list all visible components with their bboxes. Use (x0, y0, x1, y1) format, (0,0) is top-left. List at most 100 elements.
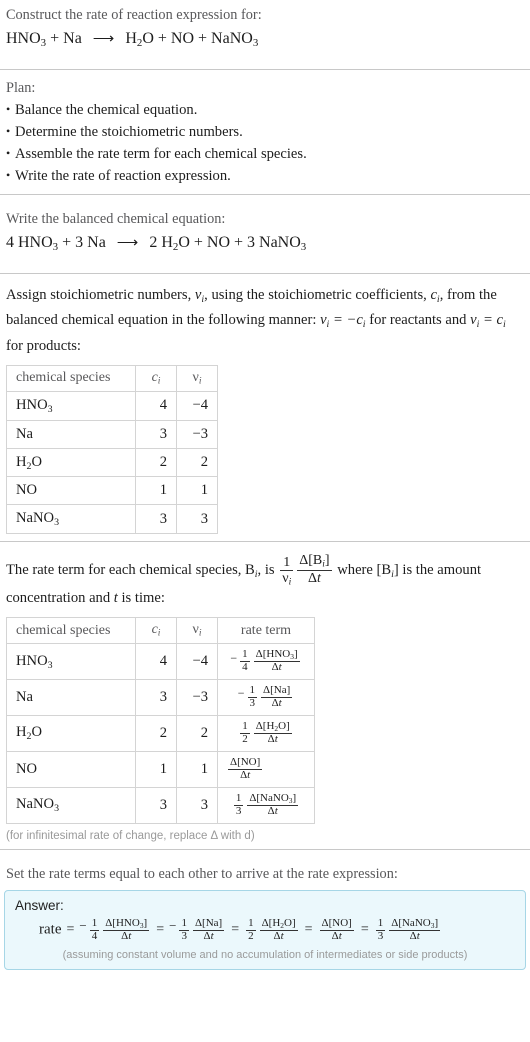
col-c: ci (135, 365, 177, 392)
rate-term-table: chemical species ci νi rate term HNO3 4 −4… (6, 617, 315, 824)
rule-reactants: νi = −ci (320, 312, 366, 331)
coefficient-fraction: 12 (246, 916, 256, 942)
problem-page: Construct the rate of reaction expressio… (0, 0, 530, 970)
cell-stoich-number: −4 (176, 643, 218, 681)
cell-species: H2O (6, 447, 136, 478)
equals-sign: = (304, 922, 313, 938)
plan-item-label: Determine the stoichiometric numbers. (15, 124, 243, 141)
cell-rate-term: Δ[NO] Δt (217, 750, 315, 788)
equation-lhs: HNO3 + Na (6, 30, 82, 50)
stoich-text-4: for reactants and (365, 312, 471, 329)
delta-fraction: Δ[Na] Δt (261, 684, 293, 709)
delta-fraction: Δ[H2O] Δt (259, 916, 298, 942)
answer-label: Answer: (15, 897, 64, 913)
rate-text-3: where (333, 562, 377, 579)
answer-expression: rate = −1 4 Δ[HNO3] Δt = −1 3 Δ[Na] Δt = 1 2 Δ[H2O] Δt =… (15, 915, 515, 943)
delta-fraction: Δ[HNO3] Δt (103, 916, 150, 942)
plan-item-label: Assemble the rate term for each chemical… (15, 146, 307, 163)
cell-stoich-number: 3 (176, 786, 218, 824)
delta-fraction: Δ[NaNO3] Δt (247, 791, 299, 817)
table-header-row: chemical species ci νi (6, 365, 218, 392)
plan-item: • Balance the chemical equation. (0, 99, 530, 121)
rate-text-1: The rate term for each chemical species, (6, 562, 246, 579)
cell-species: NO (6, 476, 136, 506)
b-symbol: Bi (245, 562, 258, 581)
cell-species: NO (6, 750, 136, 788)
stoich-text-2: , using the stoichiometric coefficients, (204, 287, 431, 304)
equals-sign: = (360, 922, 369, 938)
table-header-row: chemical species ci νi rate term (6, 617, 315, 645)
cell-rate-term: 1 3 Δ[NaNO3] Δt (217, 786, 315, 824)
cell-coefficient: 1 (135, 750, 177, 788)
species: NO (170, 30, 195, 47)
cell-stoich-number: −3 (176, 679, 218, 716)
reaction-arrow-icon: ⟶ (116, 235, 139, 252)
reaction-arrow-icon: ⟶ (92, 31, 115, 47)
coefficient-fraction: 14 (89, 916, 100, 942)
species: NaNO3 (211, 30, 259, 50)
inline-delta-fraction: Δ[Bi] Δt (297, 553, 332, 586)
rate-label: rate (39, 921, 62, 938)
plan-item: • Assemble the rate term for each chemica… (0, 143, 530, 165)
rate-text-5: is time: (117, 589, 165, 606)
page-title: Construct the rate of reaction expressio… (6, 7, 262, 23)
coefficient-fraction: 12 (240, 720, 250, 746)
table-row: Na 3 −3−1 3 Δ[Na] Δt (6, 679, 315, 716)
stoichiometry-table: chemical species ci νi HNO3 4 −4 Na 3 −3 H2O 2 2… (6, 365, 218, 535)
rate-term-description: The rate term for each chemical species,… (0, 551, 530, 613)
delta-fraction: Δ[NO] Δt (228, 755, 263, 781)
sign: − (79, 918, 87, 934)
cell-rate-term: −1 4 Δ[HNO3] Δt (217, 643, 315, 681)
delta-fraction: Δ[H2O] Δt (253, 719, 292, 746)
divider (0, 848, 530, 850)
cell-coefficient: 3 (135, 419, 177, 449)
balanced-equation-prompt: Write the balanced chemical equation: (6, 211, 226, 228)
delta-fraction: Δ[HNO3] Δt (253, 648, 300, 674)
cell-stoich-number: 2 (176, 447, 218, 478)
divider (0, 194, 530, 196)
coefficient-fraction: 13 (179, 916, 189, 942)
cell-coefficient: 3 (135, 504, 177, 535)
infinitesimal-note: (for infinitesimal rate of change, repla… (6, 829, 255, 842)
col-chemical-species: chemical species (6, 617, 136, 645)
bullet-icon: • (6, 102, 11, 117)
col-chemical-species: chemical species (6, 365, 136, 392)
table-row: H2O 2 2 1 2 Δ[H2O] Δt (6, 714, 315, 752)
equation-rhs: H2O + NO + NaNO3 (125, 30, 259, 50)
divider (0, 541, 530, 543)
cell-species: H2O (6, 714, 136, 752)
equals-sign: = (156, 922, 165, 938)
table-row: H2O 2 2 (6, 447, 218, 478)
sign: − (169, 918, 177, 934)
rule-products: νi = ci (470, 312, 506, 331)
answer-prompt: Set the rate terms equal to each other t… (6, 865, 398, 882)
cell-coefficient: 2 (135, 714, 177, 752)
table-row: NO 1 1 Δ[NO] Δt (6, 750, 315, 788)
cell-stoich-number: 2 (176, 714, 218, 752)
equals-sign: = (66, 922, 75, 938)
cell-rate-term: 1 2 Δ[H2O] Δt (217, 714, 315, 752)
table-row: NaNO3 3 3 (6, 504, 218, 535)
b-bracket-symbol: [Bi] (376, 562, 399, 581)
species: H2O (125, 30, 154, 50)
cell-species: Na (6, 419, 136, 449)
cell-coefficient: 1 (135, 476, 177, 506)
plan-list: • Balance the chemical equation. • Determin… (0, 99, 530, 187)
cell-stoich-number: 1 (176, 476, 218, 506)
cell-stoich-number: 1 (176, 750, 218, 788)
species: HNO3 (6, 30, 47, 50)
rate-text-2: , is (257, 562, 279, 579)
coefficient-fraction: 13 (375, 916, 386, 942)
col-c: ci (135, 617, 177, 645)
cell-coefficient: 4 (135, 643, 177, 681)
coefficient-fraction: 13 (247, 684, 258, 709)
cell-stoich-number: 3 (176, 504, 218, 535)
stoich-text-5: for products: (6, 337, 81, 354)
col-nu: νi (176, 617, 218, 645)
cell-coefficient: 3 (135, 679, 177, 716)
sign: − (230, 650, 238, 665)
answer-box: Answer: rate = −1 4 Δ[HNO3] Δt = −1 3 Δ[Na] Δt = 1 2 Δ… (4, 889, 526, 970)
col-nu: νi (176, 365, 218, 392)
bullet-icon: • (6, 168, 11, 183)
unbalanced-equation: HNO3 + Na ⟶ H2O + NO + NaNO3 (0, 27, 530, 62)
